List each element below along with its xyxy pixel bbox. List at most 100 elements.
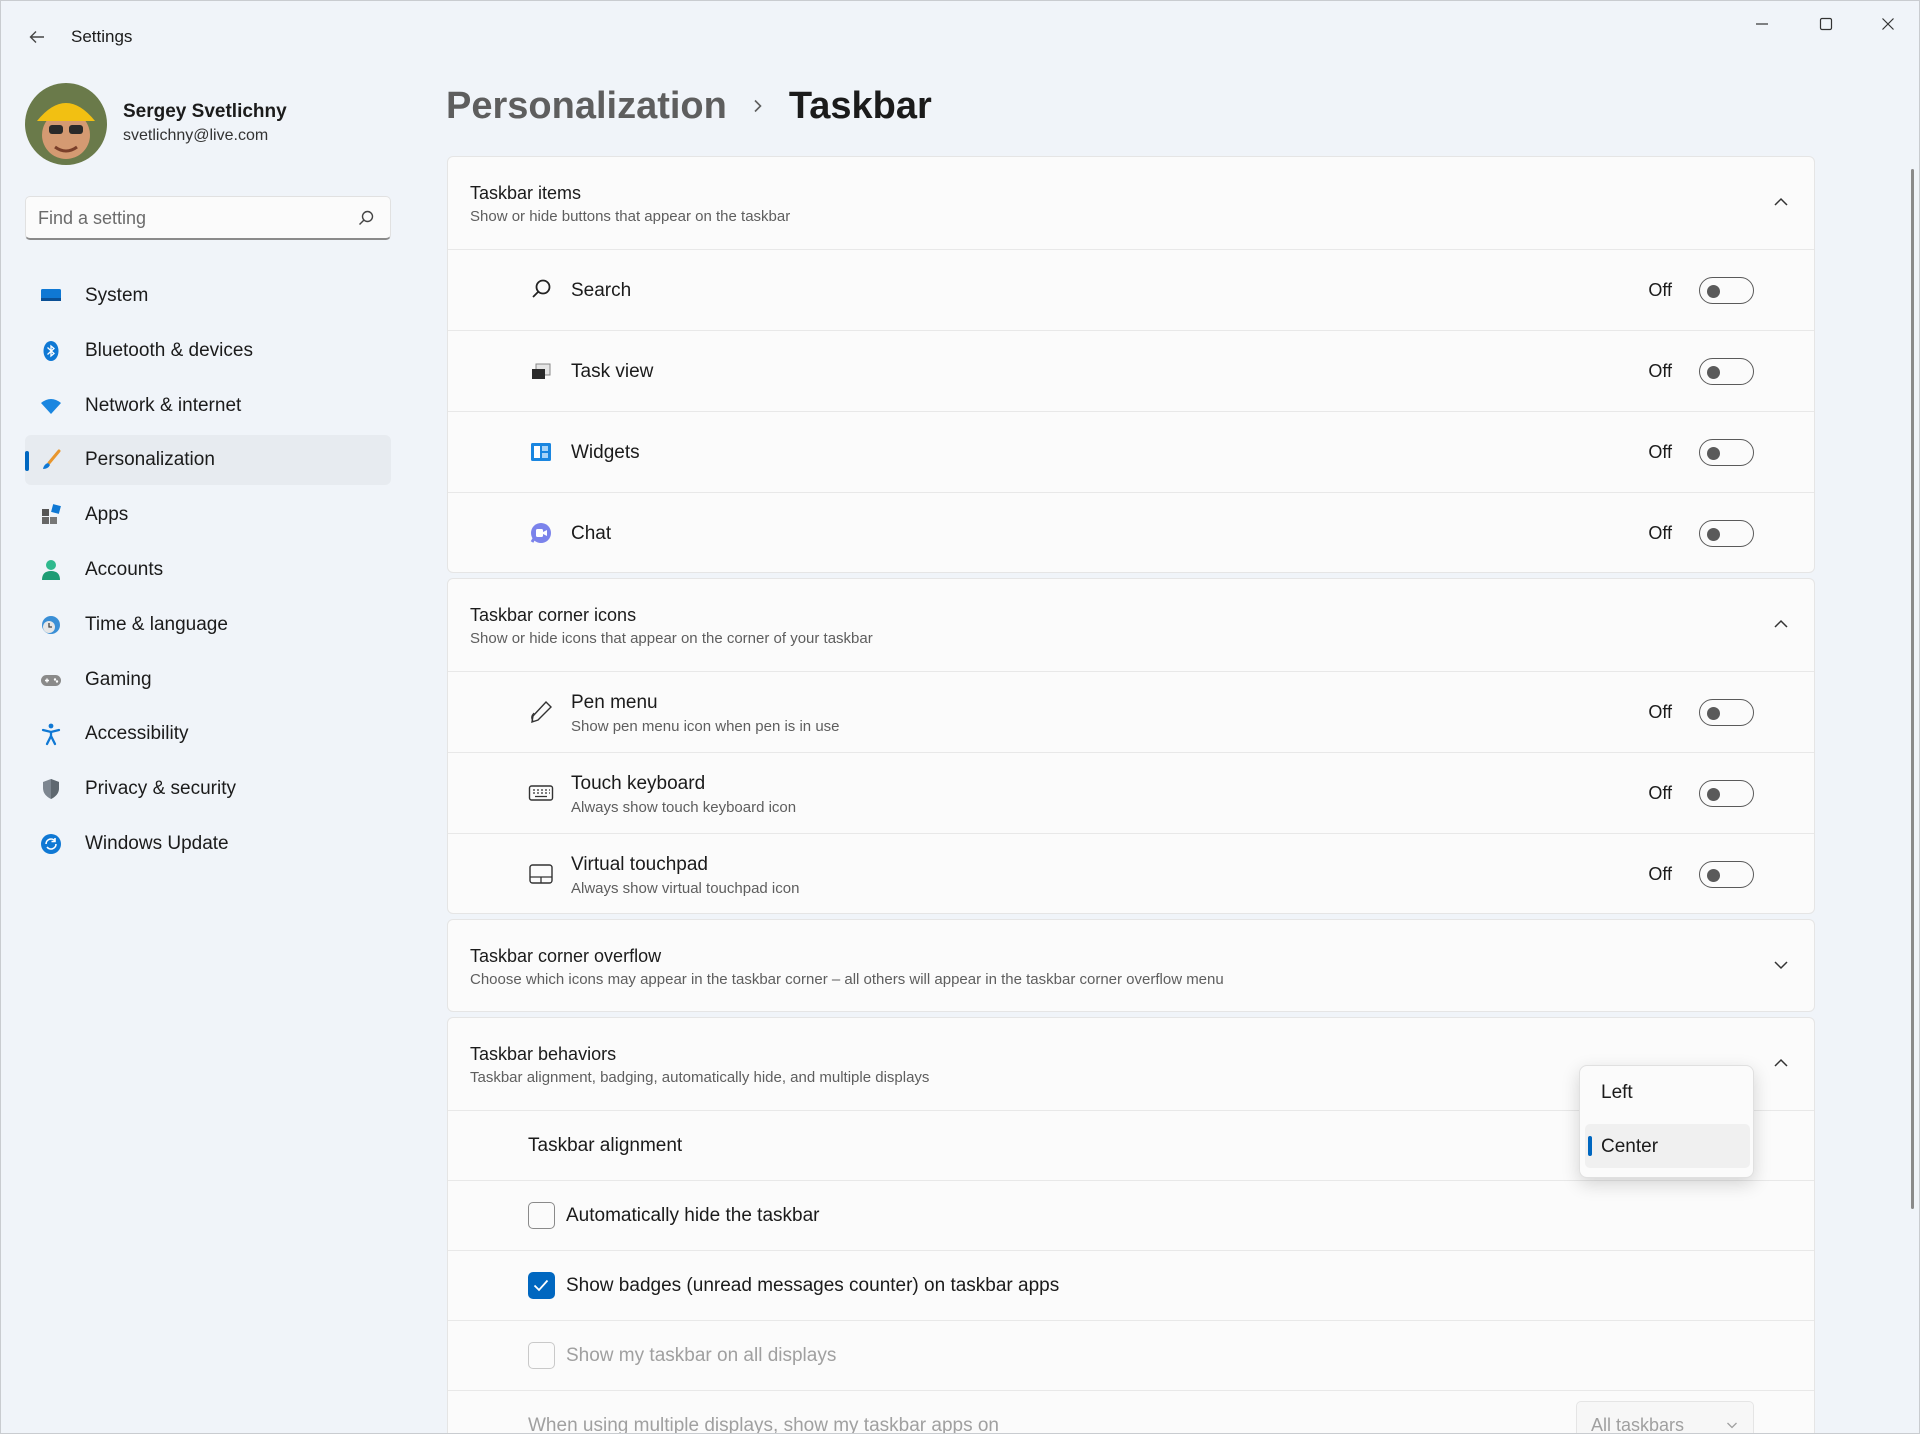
app-title: Settings xyxy=(71,27,133,46)
setting-label: Widgets xyxy=(571,442,640,463)
setting-description: Show pen menu icon when pen is in use xyxy=(571,718,840,735)
setting-description: Always show touch keyboard icon xyxy=(571,799,797,816)
checkbox-label[interactable]: Show badges (unread messages counter) on… xyxy=(566,1275,1059,1297)
setting-row-touch-keyboard: Touch keyboard Always show touch keyboar… xyxy=(448,752,1814,833)
breadcrumb-parent[interactable]: Personalization xyxy=(446,85,727,128)
shield-icon xyxy=(43,779,59,800)
chevron-up-icon[interactable] xyxy=(1770,613,1792,635)
corner-icons-header[interactable]: Taskbar corner icons Show or hide icons … xyxy=(448,579,1814,671)
corner-overflow-section[interactable]: Taskbar corner overflow Choose which ico… xyxy=(447,919,1815,1012)
section-subtitle: Show or hide icons that appear on the co… xyxy=(470,630,873,647)
maximize-button[interactable] xyxy=(1795,1,1857,47)
sidebar-item-accessibility[interactable]: Accessibility xyxy=(25,709,391,759)
chevron-up-icon[interactable] xyxy=(1770,191,1792,213)
accessibility-icon xyxy=(41,723,61,746)
gaming-icon xyxy=(41,674,61,686)
settings-window: Settings Sergey Svetlichny svetlichny@li… xyxy=(0,0,1920,1434)
sidebar-item-gaming[interactable]: Gaming xyxy=(25,655,391,705)
pen-menu-toggle[interactable] xyxy=(1699,699,1754,726)
chat-toggle[interactable] xyxy=(1699,520,1754,547)
scrollbar[interactable] xyxy=(1911,169,1914,1209)
multi-display-dropdown[interactable]: All taskbars xyxy=(1576,1401,1754,1433)
setting-label: Virtual touchpad xyxy=(571,854,708,875)
alignment-option-center[interactable]: Center xyxy=(1585,1124,1750,1168)
virtual-touchpad-toggle[interactable] xyxy=(1699,861,1754,888)
taskbar-items-header[interactable]: Taskbar items Show or hide buttons that … xyxy=(448,157,1814,249)
sidebar-item-system[interactable]: System xyxy=(25,271,391,321)
toggle-state: Off xyxy=(1648,442,1672,462)
accounts-icon xyxy=(42,559,60,580)
setting-label: Chat xyxy=(571,523,612,544)
toggle-state: Off xyxy=(1648,361,1672,381)
checkbox-label: Show my taskbar on all displays xyxy=(566,1345,837,1366)
sidebar-item-label: Accessibility xyxy=(85,723,189,745)
corner-icons-section: Taskbar corner icons Show or hide icons … xyxy=(447,578,1815,914)
widgets-toggle[interactable] xyxy=(1699,439,1754,466)
section-subtitle: Show or hide buttons that appear on the … xyxy=(470,208,791,225)
breadcrumb: Personalization Taskbar xyxy=(446,81,932,131)
setting-row-badges: Show badges (unread messages counter) on… xyxy=(448,1250,1814,1320)
setting-row-multi-display: When using multiple displays, show my ta… xyxy=(448,1390,1814,1434)
toggle-state: Off xyxy=(1648,783,1672,803)
toggle-state: Off xyxy=(1648,280,1672,300)
toggle-state: Off xyxy=(1648,702,1672,722)
auto-hide-checkbox[interactable] xyxy=(528,1202,555,1229)
sidebar-item-network[interactable]: Network & internet xyxy=(25,381,391,431)
section-subtitle: Taskbar alignment, badging, automaticall… xyxy=(470,1069,930,1086)
search-box[interactable] xyxy=(25,196,391,240)
chevron-up-icon[interactable] xyxy=(1770,1052,1792,1074)
checkbox-label[interactable]: Automatically hide the taskbar xyxy=(566,1205,819,1227)
badges-checkbox[interactable] xyxy=(528,1272,555,1299)
search-icon[interactable] xyxy=(356,208,376,228)
setting-label: Task view xyxy=(571,361,654,382)
search-input[interactable] xyxy=(38,207,338,229)
section-title: Taskbar corner overflow xyxy=(470,946,662,966)
search-toggle[interactable] xyxy=(1699,277,1754,304)
close-button[interactable] xyxy=(1857,1,1919,47)
taskbar-items-section: Taskbar items Show or hide buttons that … xyxy=(447,156,1815,573)
sidebar-item-privacy-security[interactable]: Privacy & security xyxy=(25,764,391,814)
sidebar-item-label: Gaming xyxy=(85,668,152,690)
section-subtitle: Choose which icons may appear in the tas… xyxy=(470,971,1224,988)
setting-row-pen-menu: Pen menu Show pen menu icon when pen is … xyxy=(448,671,1814,752)
task-view-toggle[interactable] xyxy=(1699,358,1754,385)
user-photo xyxy=(25,83,107,165)
keyboard-icon xyxy=(528,785,554,801)
user-email: svetlichny@live.com xyxy=(123,127,269,144)
sidebar-item-label: Accounts xyxy=(85,558,164,580)
section-title: Taskbar corner icons xyxy=(470,605,637,625)
back-arrow-icon xyxy=(29,31,44,43)
corner-overflow-header[interactable]: Taskbar corner overflow Choose which ico… xyxy=(448,920,1814,1011)
search-icon xyxy=(532,279,551,298)
setting-label: Touch keyboard xyxy=(571,773,706,794)
sidebar-item-time-language[interactable]: Time & language xyxy=(25,600,391,650)
toggle-state: Off xyxy=(1648,864,1672,884)
all-displays-checkbox[interactable] xyxy=(528,1342,555,1369)
sidebar-item-bluetooth[interactable]: Bluetooth & devices xyxy=(25,326,391,376)
avatar[interactable] xyxy=(25,83,107,165)
sidebar-item-personalization[interactable]: Personalization xyxy=(25,435,391,486)
setting-row-task-view: Task view Off xyxy=(448,330,1814,411)
sidebar-item-accounts[interactable]: Accounts xyxy=(25,545,391,595)
setting-label: When using multiple displays, show my ta… xyxy=(528,1415,1000,1434)
sidebar-item-windows-update[interactable]: Windows Update xyxy=(25,819,391,869)
system-icon xyxy=(41,289,61,301)
wifi-icon xyxy=(41,398,61,414)
touch-keyboard-toggle[interactable] xyxy=(1699,780,1754,807)
user-name: Sergey Svetlichny xyxy=(123,101,287,122)
chevron-down-icon[interactable] xyxy=(1770,954,1792,976)
minimize-icon xyxy=(1756,23,1768,25)
section-title: Taskbar behaviors xyxy=(470,1044,617,1064)
alignment-dropdown-menu: Left Center xyxy=(1579,1065,1754,1178)
brush-icon xyxy=(43,449,61,470)
setting-description: Always show virtual touchpad icon xyxy=(571,880,800,897)
sidebar-item-apps[interactable]: Apps xyxy=(25,490,391,540)
section-title: Taskbar items xyxy=(470,183,582,203)
setting-row-search: Search Off xyxy=(448,249,1814,330)
bluetooth-icon xyxy=(43,340,59,361)
back-button[interactable] xyxy=(19,19,55,55)
minimize-button[interactable] xyxy=(1731,1,1793,47)
alignment-option-left[interactable]: Left xyxy=(1585,1070,1750,1114)
chat-icon xyxy=(530,523,551,543)
widgets-icon xyxy=(531,443,551,461)
